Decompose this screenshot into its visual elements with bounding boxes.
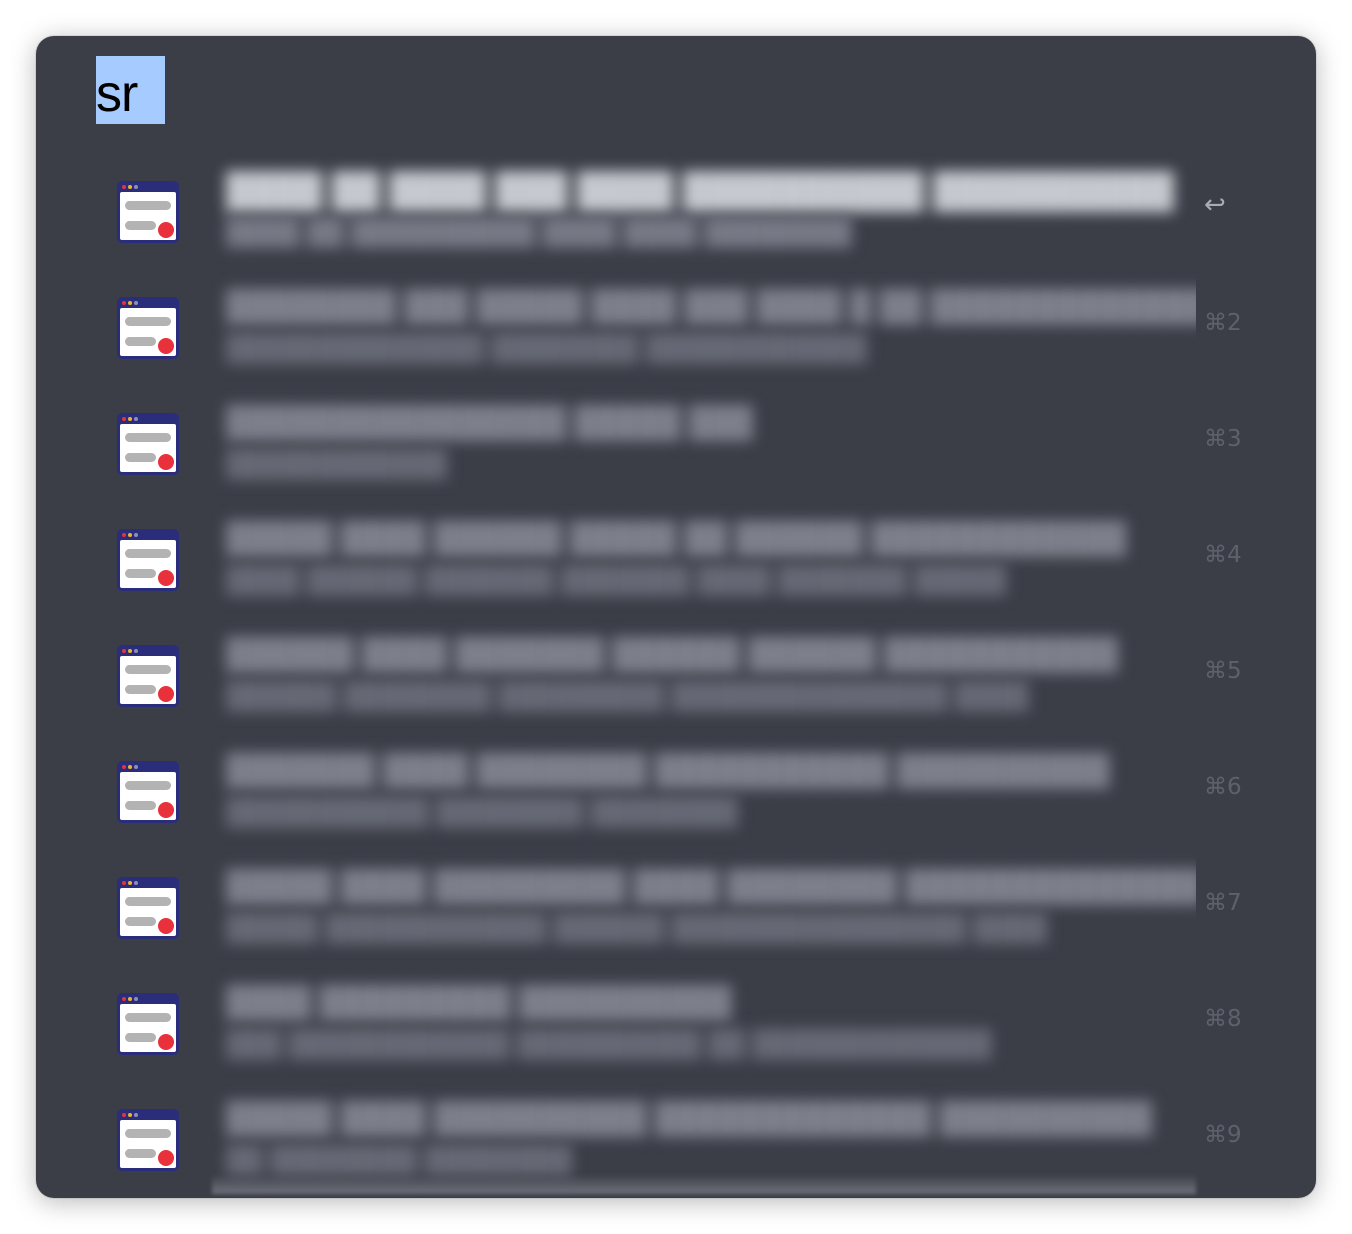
result-row[interactable]: ████████ ███ █████ ████ ███ ████ █ ██ ██… <box>36 270 1316 386</box>
search-input[interactable]: sr <box>96 56 166 124</box>
result-subtitle: █████ ████████████ ██████ ██████████████… <box>226 912 1047 942</box>
result-row[interactable]: ████ █████████ ██████████ ███ ██████████… <box>36 966 1316 1082</box>
result-shortcut: ⌘2 <box>1204 310 1242 336</box>
result-row[interactable]: █████ ████ █████████ ████ ████████ █████… <box>36 850 1316 966</box>
result-shortcut: ⌘3 <box>1204 426 1242 452</box>
web-browser-window-icon <box>117 297 179 359</box>
result-subtitle: ███ ████████████ ██████████ ██ █████████… <box>226 1028 992 1058</box>
result-subtitle: ██ ████████ ████████ <box>226 1144 573 1174</box>
result-title: ████ █████████ ██████████ <box>226 986 732 1019</box>
result-content: ███████ ████ ████████ ███████████ ██████… <box>212 734 1196 850</box>
web-browser-window-icon <box>117 645 179 707</box>
result-shortcut: ⌘9 <box>1204 1122 1242 1148</box>
result-content: █████ ████ ██████ █████ ██ ██████ ██████… <box>212 502 1196 618</box>
web-browser-window-icon <box>117 1109 179 1171</box>
result-shortcut: ⌘7 <box>1204 890 1242 916</box>
web-browser-window-icon <box>117 877 179 939</box>
result-shortcut: ⌘6 <box>1204 774 1242 800</box>
result-subtitle: ██████ ████████ █████████ ██████████████… <box>226 680 1029 710</box>
result-title: ████ ██ ████ ███ ████ ██████████ ███████… <box>226 172 1174 210</box>
web-browser-window-icon <box>117 529 179 591</box>
result-content: ██████ ████ ███████ ██████ ██████ ██████… <box>212 618 1196 734</box>
result-title: █████ ████ ██████ █████ ██ ██████ ██████… <box>226 522 1127 555</box>
result-subtitle: ███████████ ████████ ████████ <box>226 796 738 826</box>
web-browser-window-icon <box>117 413 179 475</box>
result-row[interactable]: █████ ████ ██████ █████ ██ ██████ ██████… <box>36 502 1316 618</box>
result-title: ██████ ████ ███████ ██████ ██████ ██████… <box>226 638 1118 671</box>
result-title: █████ ████ ██████████ █████████████ ████… <box>226 1102 1153 1135</box>
result-subtitle: ██████████████ ████████ ████████████ <box>226 332 867 362</box>
scroll-fade <box>212 1174 1196 1194</box>
result-row[interactable]: ██████ ████ ███████ ██████ ██████ ██████… <box>36 618 1316 734</box>
result-shortcut: ↩ <box>1204 190 1226 220</box>
web-browser-window-icon <box>117 181 179 243</box>
result-subtitle: ████ ██ ██████████ ████ ████ ████████ <box>226 216 852 246</box>
result-shortcut: ⌘8 <box>1204 1006 1242 1032</box>
result-shortcut: ⌘5 <box>1204 658 1242 684</box>
result-content: ████ █████████ ██████████ ███ ██████████… <box>212 966 1196 1082</box>
result-title: █████ ████ █████████ ████ ████████ █████… <box>226 870 1196 903</box>
result-row[interactable]: ████████████████ █████ ███ ████████████ … <box>36 386 1316 502</box>
results-list: ████ ██ ████ ███ ████ ██████████ ███████… <box>36 154 1316 1198</box>
result-title: ████████████████ █████ ███ <box>226 406 753 439</box>
result-content: ████████████████ █████ ███ ████████████ <box>212 386 1196 502</box>
result-row[interactable]: ████ ██ ████ ███ ████ ██████████ ███████… <box>36 154 1316 270</box>
result-subtitle: ████████████ <box>226 448 448 478</box>
result-content: █████ ████ █████████ ████ ████████ █████… <box>212 850 1196 966</box>
web-browser-window-icon <box>117 761 179 823</box>
result-row[interactable]: ███████ ████ ████████ ███████████ ██████… <box>36 734 1316 850</box>
result-content: ████████ ███ █████ ████ ███ ████ █ ██ ██… <box>212 270 1196 386</box>
web-browser-window-icon <box>117 993 179 1055</box>
result-subtitle: ████ ██████ ███████ ███████ ████ ███████… <box>226 564 1007 594</box>
result-shortcut: ⌘4 <box>1204 542 1242 568</box>
result-title: ███████ ████ ████████ ███████████ ██████… <box>226 754 1110 787</box>
result-content: ████ ██ ████ ███ ████ ██████████ ███████… <box>212 154 1196 270</box>
launcher-window: sr ████ ██ ████ ███ ████ ██████████ ████… <box>36 36 1316 1198</box>
result-title: ████████ ███ █████ ████ ███ ████ █ ██ ██… <box>226 290 1196 323</box>
